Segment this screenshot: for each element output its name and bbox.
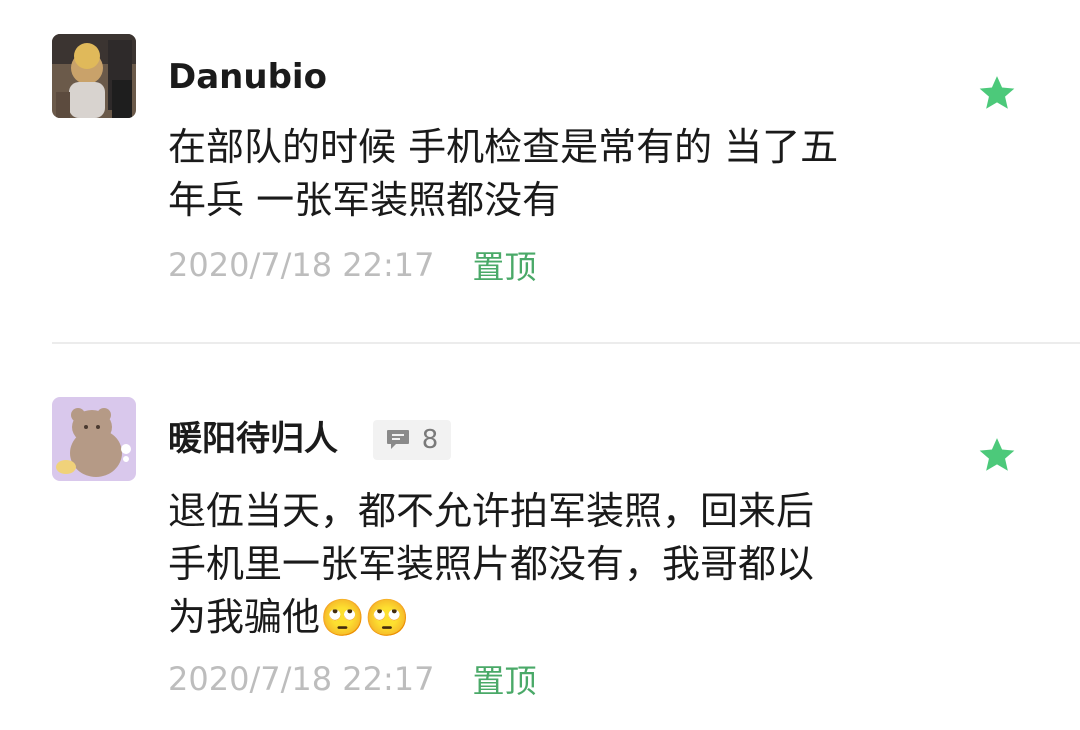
avatar[interactable] bbox=[52, 397, 136, 481]
comment-body-line: 退伍当天，都不允许拍军装照，回来后 bbox=[168, 489, 815, 533]
eye-roll-emoji: 🙄 bbox=[320, 598, 365, 639]
comment-meta: 2020/7/18 22:17 置顶 bbox=[168, 657, 536, 701]
star-icon[interactable] bbox=[976, 435, 1018, 477]
comment-body: 在部队的时候 手机检查是常有的 当了五 年兵 一张军装照都没有 bbox=[168, 121, 918, 227]
comment-bubble-icon bbox=[386, 430, 409, 449]
comment-body-line: 手机里一张军装照片都没有，我哥都以 bbox=[168, 542, 815, 586]
timestamp: 2020/7/18 22:17 bbox=[168, 246, 435, 284]
pin-button[interactable]: 置顶 bbox=[472, 656, 536, 702]
eye-roll-emoji: 🙄 bbox=[364, 598, 410, 639]
pin-button[interactable]: 置顶 bbox=[472, 242, 536, 288]
star-icon[interactable] bbox=[976, 73, 1018, 115]
comment-item: 暖阳待归人 8 退伍当天，都不允许拍军装照，回来后 手机里一张军装照片都没有，我… bbox=[0, 344, 1080, 730]
username[interactable]: Danubio bbox=[168, 55, 327, 99]
username[interactable]: 暖阳待归人 bbox=[168, 417, 338, 461]
comment-body: 退伍当天，都不允许拍军装照，回来后 手机里一张军装照片都没有，我哥都以 为我骗他… bbox=[168, 485, 918, 645]
comment-body-line: 为我骗他🙄🙄 bbox=[168, 591, 918, 645]
comment-body-line: 在部队的时候 手机检查是常有的 当了五 bbox=[168, 125, 839, 169]
timestamp: 2020/7/18 22:17 bbox=[168, 660, 435, 698]
reply-count: 8 bbox=[421, 425, 439, 455]
avatar[interactable] bbox=[52, 34, 136, 118]
comment-body-line: 年兵 一张军装照都没有 bbox=[168, 178, 561, 222]
comment-item: Danubio 在部队的时候 手机检查是常有的 当了五 年兵 一张军装照都没有 … bbox=[0, 0, 1080, 344]
comment-body-text: 为我骗他 bbox=[168, 595, 321, 639]
comment-meta: 2020/7/18 22:17 置顶 bbox=[168, 243, 536, 287]
reply-count-badge[interactable]: 8 bbox=[373, 420, 451, 460]
